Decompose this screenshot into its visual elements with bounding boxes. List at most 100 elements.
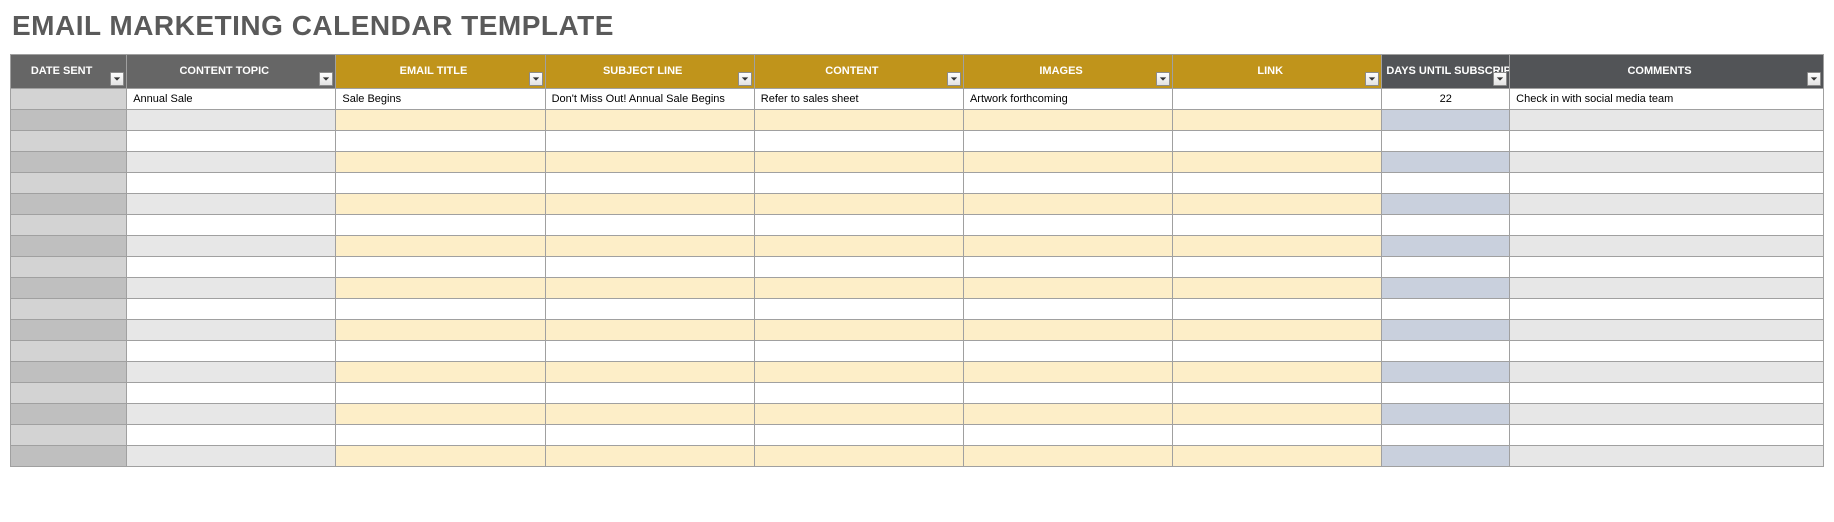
- cell-content[interactable]: [754, 320, 963, 341]
- cell-content_topic[interactable]: [127, 278, 336, 299]
- cell-email_title[interactable]: Sale Begins: [336, 89, 545, 110]
- cell-content[interactable]: [754, 278, 963, 299]
- cell-content[interactable]: [754, 383, 963, 404]
- cell-date_sent[interactable]: [11, 362, 127, 383]
- cell-comments[interactable]: [1510, 383, 1824, 404]
- cell-days_until[interactable]: [1382, 446, 1510, 467]
- cell-images[interactable]: [963, 299, 1172, 320]
- cell-comments[interactable]: [1510, 425, 1824, 446]
- cell-link[interactable]: [1173, 341, 1382, 362]
- cell-date_sent[interactable]: [11, 131, 127, 152]
- cell-days_until[interactable]: [1382, 404, 1510, 425]
- cell-link[interactable]: [1173, 89, 1382, 110]
- cell-email_title[interactable]: [336, 299, 545, 320]
- filter-dropdown-icon[interactable]: [1807, 72, 1821, 86]
- cell-days_until[interactable]: [1382, 131, 1510, 152]
- cell-comments[interactable]: [1510, 110, 1824, 131]
- filter-dropdown-icon[interactable]: [1365, 72, 1379, 86]
- cell-link[interactable]: [1173, 362, 1382, 383]
- cell-days_until[interactable]: [1382, 383, 1510, 404]
- cell-content[interactable]: [754, 341, 963, 362]
- cell-subject_line[interactable]: [545, 131, 754, 152]
- cell-subject_line[interactable]: [545, 299, 754, 320]
- cell-comments[interactable]: [1510, 194, 1824, 215]
- cell-content[interactable]: [754, 299, 963, 320]
- cell-comments[interactable]: [1510, 446, 1824, 467]
- cell-link[interactable]: [1173, 383, 1382, 404]
- cell-content_topic[interactable]: [127, 341, 336, 362]
- cell-comments[interactable]: [1510, 152, 1824, 173]
- cell-subject_line[interactable]: [545, 404, 754, 425]
- cell-images[interactable]: Artwork forthcoming: [963, 89, 1172, 110]
- cell-days_until[interactable]: [1382, 215, 1510, 236]
- cell-comments[interactable]: [1510, 236, 1824, 257]
- cell-content[interactable]: [754, 215, 963, 236]
- cell-content[interactable]: [754, 236, 963, 257]
- cell-email_title[interactable]: [336, 194, 545, 215]
- cell-link[interactable]: [1173, 425, 1382, 446]
- cell-subject_line[interactable]: [545, 194, 754, 215]
- cell-email_title[interactable]: [336, 173, 545, 194]
- cell-link[interactable]: [1173, 215, 1382, 236]
- cell-date_sent[interactable]: [11, 236, 127, 257]
- cell-link[interactable]: [1173, 194, 1382, 215]
- cell-images[interactable]: [963, 446, 1172, 467]
- cell-images[interactable]: [963, 341, 1172, 362]
- cell-email_title[interactable]: [336, 257, 545, 278]
- cell-comments[interactable]: Check in with social media team: [1510, 89, 1824, 110]
- cell-date_sent[interactable]: [11, 215, 127, 236]
- cell-subject_line[interactable]: Don't Miss Out! Annual Sale Begins: [545, 89, 754, 110]
- cell-days_until[interactable]: [1382, 320, 1510, 341]
- cell-email_title[interactable]: [336, 152, 545, 173]
- cell-images[interactable]: [963, 173, 1172, 194]
- cell-days_until[interactable]: [1382, 278, 1510, 299]
- cell-subject_line[interactable]: [545, 362, 754, 383]
- cell-images[interactable]: [963, 215, 1172, 236]
- cell-email_title[interactable]: [336, 404, 545, 425]
- cell-content_topic[interactable]: [127, 194, 336, 215]
- cell-subject_line[interactable]: [545, 152, 754, 173]
- cell-content_topic[interactable]: Annual Sale: [127, 89, 336, 110]
- cell-date_sent[interactable]: [11, 89, 127, 110]
- cell-comments[interactable]: [1510, 341, 1824, 362]
- cell-subject_line[interactable]: [545, 236, 754, 257]
- cell-comments[interactable]: [1510, 320, 1824, 341]
- cell-content_topic[interactable]: [127, 215, 336, 236]
- cell-content_topic[interactable]: [127, 173, 336, 194]
- cell-days_until[interactable]: [1382, 110, 1510, 131]
- cell-email_title[interactable]: [336, 425, 545, 446]
- cell-content[interactable]: [754, 425, 963, 446]
- cell-content_topic[interactable]: [127, 299, 336, 320]
- filter-dropdown-icon[interactable]: [1493, 72, 1507, 86]
- cell-content[interactable]: [754, 257, 963, 278]
- cell-images[interactable]: [963, 194, 1172, 215]
- cell-content_topic[interactable]: [127, 257, 336, 278]
- cell-date_sent[interactable]: [11, 425, 127, 446]
- cell-images[interactable]: [963, 236, 1172, 257]
- cell-date_sent[interactable]: [11, 320, 127, 341]
- cell-comments[interactable]: [1510, 173, 1824, 194]
- cell-images[interactable]: [963, 404, 1172, 425]
- filter-dropdown-icon[interactable]: [738, 72, 752, 86]
- cell-link[interactable]: [1173, 299, 1382, 320]
- cell-content[interactable]: [754, 362, 963, 383]
- cell-date_sent[interactable]: [11, 341, 127, 362]
- cell-subject_line[interactable]: [545, 110, 754, 131]
- cell-link[interactable]: [1173, 152, 1382, 173]
- cell-content[interactable]: [754, 404, 963, 425]
- cell-email_title[interactable]: [336, 215, 545, 236]
- cell-email_title[interactable]: [336, 110, 545, 131]
- cell-date_sent[interactable]: [11, 383, 127, 404]
- cell-email_title[interactable]: [336, 278, 545, 299]
- filter-dropdown-icon[interactable]: [1156, 72, 1170, 86]
- cell-email_title[interactable]: [336, 383, 545, 404]
- cell-date_sent[interactable]: [11, 257, 127, 278]
- filter-dropdown-icon[interactable]: [110, 72, 124, 86]
- cell-date_sent[interactable]: [11, 299, 127, 320]
- cell-comments[interactable]: [1510, 278, 1824, 299]
- cell-content_topic[interactable]: [127, 320, 336, 341]
- cell-subject_line[interactable]: [545, 446, 754, 467]
- cell-days_until[interactable]: [1382, 257, 1510, 278]
- cell-images[interactable]: [963, 257, 1172, 278]
- cell-link[interactable]: [1173, 173, 1382, 194]
